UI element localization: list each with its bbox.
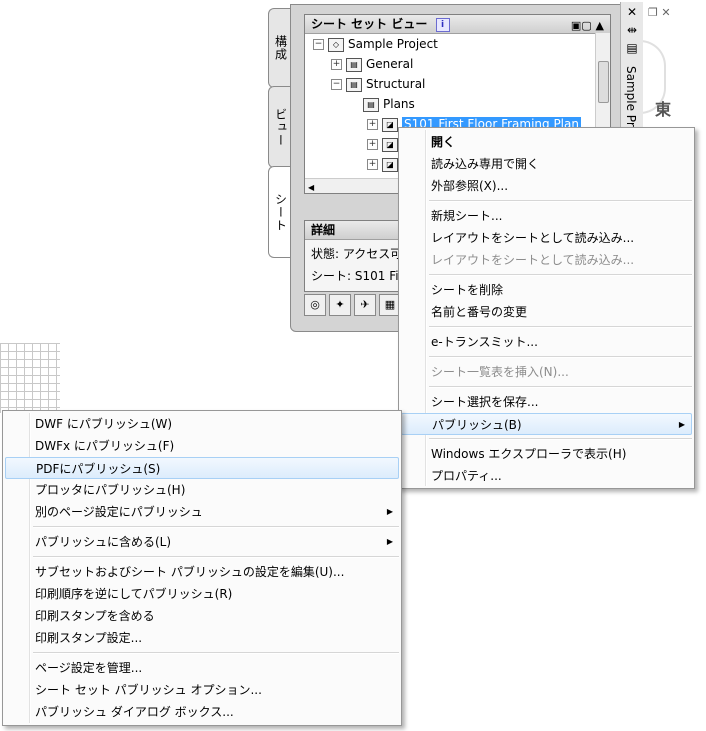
tree-header: シート セット ビュー i ▣▢ ▲ bbox=[305, 15, 610, 34]
viewcube-direction-label[interactable]: 東 bbox=[655, 96, 671, 120]
menu-item[interactable]: ページ設定を管理... bbox=[5, 657, 399, 679]
drawing-grid bbox=[0, 343, 60, 413]
close-viewport-icon[interactable]: ✕ bbox=[661, 6, 670, 19]
new-sheet-icon[interactable]: ✦ bbox=[329, 294, 351, 316]
menu-separator bbox=[429, 200, 692, 202]
sheet-icon: ◪ bbox=[382, 137, 398, 152]
menu-item[interactable]: DWFx にパブリッシュ(F) bbox=[5, 435, 399, 457]
subset-icon: ▤ bbox=[363, 97, 379, 112]
subset-icon: ▤ bbox=[346, 77, 362, 92]
publish-icon[interactable]: ◎ bbox=[304, 294, 326, 316]
menu-separator bbox=[429, 386, 692, 388]
tree-node-plans[interactable]: ▤ Plans bbox=[363, 95, 415, 113]
viewport-controls: ❐ ✕ bbox=[648, 6, 671, 19]
menu-item: レイアウトをシートとして読み込み... bbox=[431, 253, 635, 267]
menu-item[interactable]: e-トランスミット... bbox=[401, 331, 692, 353]
menu-item[interactable]: サブセットおよびシート パブリッシュの設定を編集(U)... bbox=[5, 561, 399, 583]
publish-submenu: DWF にパブリッシュ(W) DWFx にパブリッシュ(F) PDFにパブリッシュ(… bbox=[2, 410, 402, 726]
menu-item[interactable]: シート セット パブリッシュ オプション... bbox=[5, 679, 399, 701]
scroll-left-icon[interactable]: ◀ bbox=[305, 183, 314, 192]
tree-node-general[interactable]: + ▤ General bbox=[331, 55, 413, 73]
menu-separator bbox=[33, 526, 399, 528]
menu-item[interactable]: 名前と番号の変更 bbox=[401, 301, 692, 323]
autohide-icon[interactable]: ⇹ bbox=[625, 24, 639, 36]
properties-icon[interactable]: ▤ bbox=[625, 42, 639, 54]
palette-toolbar: ◎ ✦ ✈ ▦ bbox=[304, 294, 401, 316]
menu-item[interactable]: プロッタにパブリッシュ(H) bbox=[5, 479, 399, 501]
menu-item[interactable]: パブリッシュ(B) ▶ bbox=[401, 413, 692, 435]
close-icon[interactable]: ✕ bbox=[625, 6, 639, 18]
menu-separator bbox=[33, 556, 399, 558]
menu-separator bbox=[429, 438, 692, 440]
menu-separator bbox=[429, 356, 692, 358]
menu-item[interactable]: レイアウトをシートとして読み込み... bbox=[401, 227, 692, 249]
tree-node-sheet[interactable]: +◪ bbox=[367, 135, 402, 153]
tree-node-structural[interactable]: − ▤ Structural bbox=[331, 75, 425, 93]
menu-item[interactable]: パブリッシュ ダイアログ ボックス... bbox=[5, 701, 399, 723]
menu-item[interactable]: パブリッシュに含める(L) ▶ bbox=[5, 531, 399, 553]
menu-item[interactable]: シート選択を保存... bbox=[401, 391, 692, 413]
status-line: 状態: アクセス可 bbox=[311, 247, 403, 261]
sheet-set-icon: ◇ bbox=[328, 37, 344, 52]
submenu-arrow-icon: ▶ bbox=[386, 537, 393, 546]
menu-item[interactable]: Windows エクスプローラで表示(H) bbox=[401, 443, 692, 465]
menu-separator bbox=[33, 652, 399, 654]
info-icon[interactable]: i bbox=[435, 17, 450, 32]
sheet-line: シート: S101 Fi bbox=[311, 269, 399, 283]
etransmit-icon[interactable]: ✈ bbox=[354, 294, 376, 316]
menu-item[interactable]: DWF にパブリッシュ(W) bbox=[5, 413, 399, 435]
menu-item[interactable]: 印刷スタンプを含める bbox=[5, 605, 399, 627]
menu-item[interactable]: 読み込み専用で開く bbox=[401, 153, 692, 175]
menu-separator bbox=[429, 326, 692, 328]
menu-item[interactable]: プロパティ... bbox=[401, 465, 692, 487]
sheet-context-menu: 開く 読み込み専用で開く 外部参照(X)... 新規シート... レイアウトをシートとし… bbox=[398, 127, 695, 489]
menu-item[interactable]: PDFにパブリッシュ(S) bbox=[5, 457, 399, 479]
menu-item[interactable]: 外部参照(X)... bbox=[401, 175, 692, 197]
menu-item[interactable]: 別のページ設定にパブリッシュ ▶ bbox=[5, 501, 399, 523]
menu-item: シート一覧表を挿入(N)... bbox=[431, 365, 569, 379]
restore-icon[interactable]: ❐ bbox=[648, 6, 658, 19]
menu-item[interactable]: 開く bbox=[401, 131, 692, 153]
menu-item[interactable]: 印刷順序を逆にしてパブリッシュ(R) bbox=[5, 583, 399, 605]
submenu-arrow-icon: ▶ bbox=[678, 420, 685, 429]
tree-node-project[interactable]: − ◇ Sample Project bbox=[313, 35, 438, 53]
sheet-icon: ◪ bbox=[382, 157, 398, 172]
menu-item[interactable]: シートを削除 bbox=[401, 279, 692, 301]
tree-node-sheet[interactable]: +◪ bbox=[367, 155, 402, 173]
menu-item[interactable]: 印刷スタンプ設定... bbox=[5, 627, 399, 649]
scroll-thumb[interactable] bbox=[598, 61, 609, 103]
menu-item[interactable]: 新規シート... bbox=[401, 205, 692, 227]
submenu-arrow-icon: ▶ bbox=[386, 507, 393, 516]
subset-icon: ▤ bbox=[346, 57, 362, 72]
sheet-icon: ◪ bbox=[382, 117, 398, 132]
menu-separator bbox=[429, 274, 692, 276]
